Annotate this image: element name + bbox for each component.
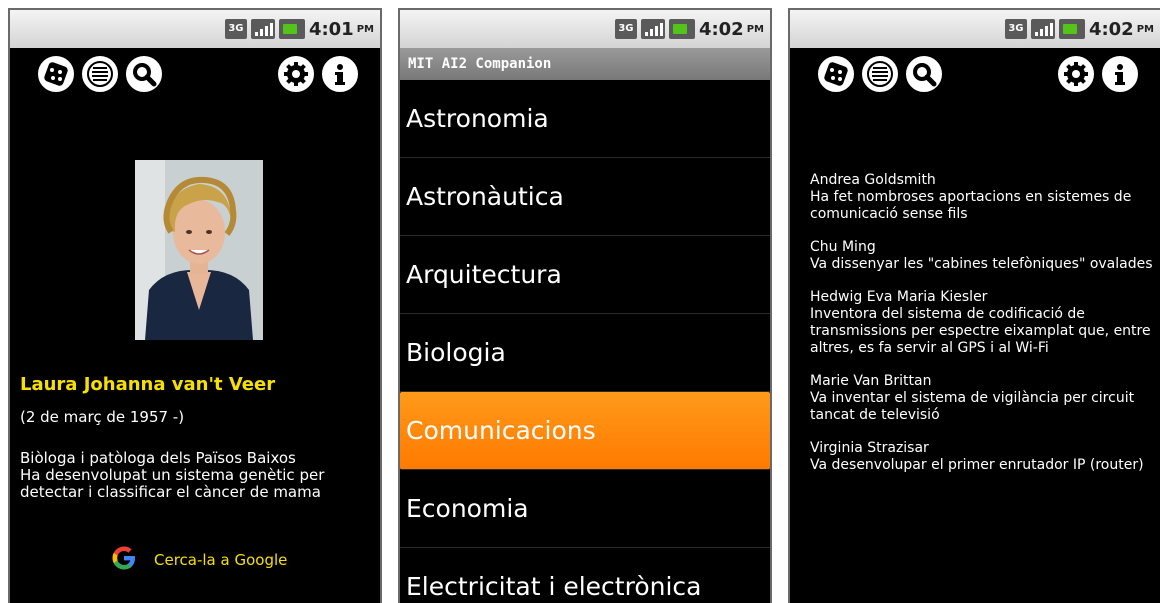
info-button[interactable] (1100, 54, 1140, 94)
status-bar: 3G 4:02 PM (400, 10, 770, 48)
person-name: Hedwig Eva Maria Kiesler (810, 289, 988, 305)
settings-button[interactable] (276, 54, 316, 94)
toolbar (790, 54, 1160, 98)
clock-ampm: PM (746, 23, 764, 35)
dice-button[interactable] (36, 54, 76, 94)
dice-icon (822, 60, 850, 88)
person-description: Va desenvolupar el primer enrutador IP (… (810, 457, 1144, 473)
search-button[interactable] (904, 54, 944, 94)
dice-icon (42, 60, 70, 88)
network-3g-icon: 3G (614, 19, 637, 39)
person-name: Marie Van Brittan (810, 373, 932, 389)
person-description: Ha fet nombroses aportacions en sistemes… (810, 189, 1132, 222)
phone-screen-people-list: 3G 4:02 PM Andrea Goldsmith Ha fet nombr… (788, 8, 1160, 603)
search-button[interactable] (124, 54, 164, 94)
clock-time: 4:02 (698, 18, 744, 40)
gear-icon (1061, 59, 1091, 89)
person-description-line: Biòloga i patòloga dels Països Baixos (20, 449, 296, 467)
info-icon (1106, 60, 1134, 88)
battery-icon (278, 19, 305, 39)
list-button[interactable] (860, 54, 900, 94)
status-bar: 3G 4:02 PM (790, 10, 1160, 48)
list-item[interactable]: Hedwig Eva Maria Kiesler Inventora del s… (810, 289, 1156, 357)
settings-button[interactable] (1056, 54, 1096, 94)
signal-icon (1030, 19, 1055, 39)
clock-time: 4:01 (308, 18, 354, 40)
gear-icon (281, 59, 311, 89)
clock-ampm: PM (1136, 23, 1154, 35)
battery-icon (668, 19, 695, 39)
category-item-economia[interactable]: Economia (400, 470, 770, 548)
clock-time: 4:02 (1088, 18, 1134, 40)
google-icon (108, 542, 140, 578)
category-item-arquitectura[interactable]: Arquitectura (400, 236, 770, 314)
person-name: Laura Johanna van't Veer (20, 374, 276, 395)
category-list: Astronomia Astronàutica Arquitectura Bio… (400, 80, 770, 603)
signal-icon (250, 19, 275, 39)
network-3g-icon: 3G (1004, 19, 1027, 39)
list-item[interactable]: Virginia Strazisar Va desenvolupar el pr… (810, 440, 1156, 474)
list-button[interactable] (80, 54, 120, 94)
network-3g-icon: 3G (224, 19, 247, 39)
people-list: Andrea Goldsmith Ha fet nombroses aporta… (810, 172, 1156, 490)
google-search-label: Cerca-la a Google (154, 551, 288, 569)
person-dates: (2 de març de 1957 -) (20, 408, 185, 426)
battery-icon (1058, 19, 1085, 39)
list-icon (866, 60, 894, 88)
person-description: Inventora del sistema de codificació de … (810, 306, 1151, 356)
list-item[interactable]: Marie Van Brittan Va inventar el sistema… (810, 373, 1156, 424)
person-description: Va inventar el sistema de vigilància per… (810, 390, 1135, 423)
clock-ampm: PM (356, 23, 374, 35)
category-item-comunicacions[interactable]: Comunicacions (400, 392, 770, 470)
dice-button[interactable] (816, 54, 856, 94)
person-name: Virginia Strazisar (810, 440, 929, 456)
phone-screen-categories: 3G 4:02 PM MIT AI2 Companion Astronomia … (398, 8, 772, 603)
person-photo (135, 160, 263, 340)
person-name: Chu Ming (810, 239, 876, 255)
category-item-astronautica[interactable]: Astronàutica (400, 158, 770, 236)
person-description: Biòloga i patòloga dels Països Baixos Ha… (20, 450, 380, 501)
person-description: Va dissenyar les "cabines telefòniques" … (810, 256, 1153, 272)
status-bar: 3G 4:01 PM (10, 10, 380, 48)
list-item[interactable]: Andrea Goldsmith Ha fet nombroses aporta… (810, 172, 1156, 223)
toolbar (10, 54, 380, 98)
search-icon (910, 60, 938, 88)
category-item-biologia[interactable]: Biologia (400, 314, 770, 392)
app-title-bar: MIT AI2 Companion (400, 48, 770, 80)
category-item-electricitat[interactable]: Electricitat i electrònica (400, 548, 770, 603)
info-button[interactable] (320, 54, 360, 94)
list-item[interactable]: Chu Ming Va dissenyar les "cabines telef… (810, 239, 1156, 273)
list-icon (86, 60, 114, 88)
phone-screen-person-detail: 3G 4:01 PM Laura Johanna van't Veer (2 d… (8, 8, 382, 603)
google-search-button[interactable]: Cerca-la a Google (108, 542, 287, 578)
person-name: Andrea Goldsmith (810, 172, 936, 188)
signal-icon (640, 19, 665, 39)
person-description-line: Ha desenvolupat un sistema genètic per d… (20, 466, 325, 501)
info-icon (326, 60, 354, 88)
category-item-astronomia[interactable]: Astronomia (400, 80, 770, 158)
search-icon (130, 60, 158, 88)
